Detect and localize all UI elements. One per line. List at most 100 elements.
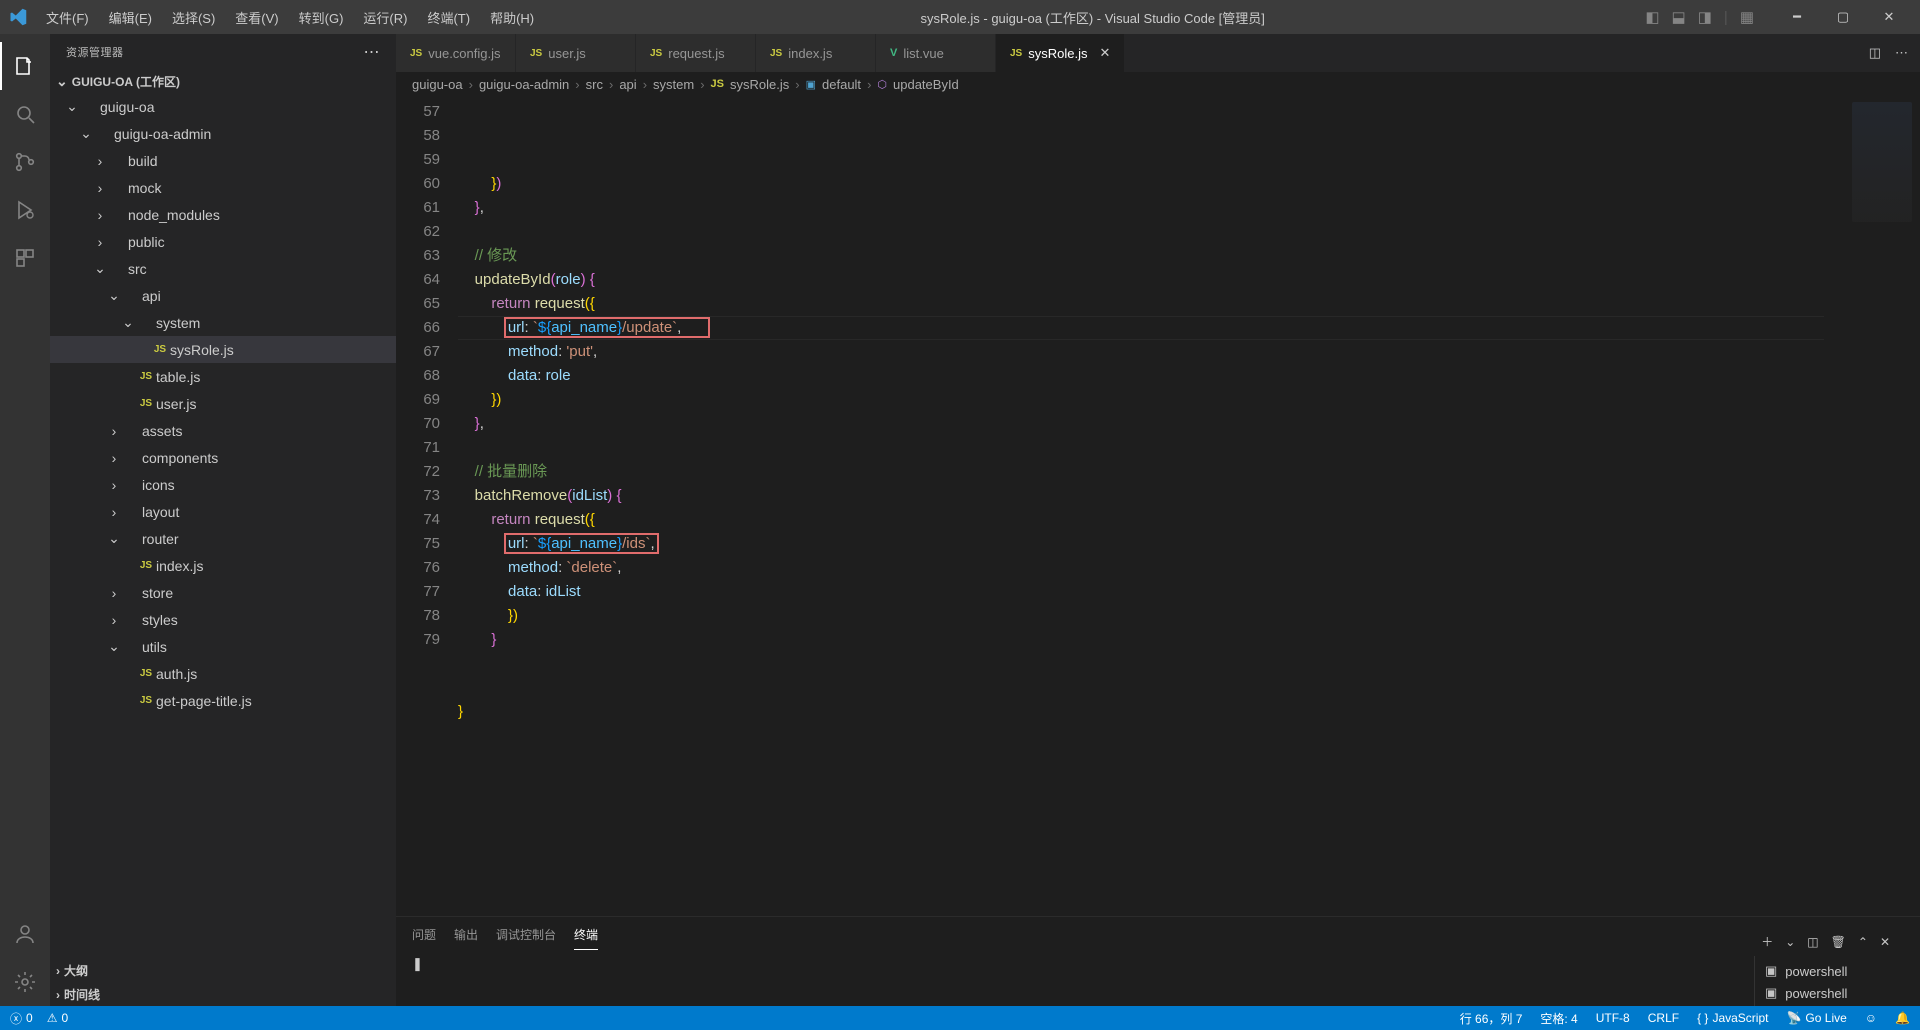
layout-panel-left-icon[interactable]: ◧ — [1641, 4, 1663, 30]
breadcrumb-item[interactable]: guigu-oa — [412, 77, 463, 92]
activity-explorer-icon[interactable] — [0, 42, 50, 90]
code-line: batchRemove(idList) { — [458, 484, 1824, 508]
menu-file[interactable]: 文件(F) — [36, 2, 99, 33]
breadcrumb-item[interactable]: default — [822, 77, 861, 92]
tree-file[interactable]: JSauth.js — [50, 660, 396, 687]
tree-folder[interactable]: ›node_modules — [50, 201, 396, 228]
panel-tab-problems[interactable]: 问题 — [412, 926, 436, 949]
breadcrumb-item[interactable]: sysRole.js — [730, 77, 789, 92]
activity-settings-icon[interactable] — [0, 958, 50, 1006]
explorer-sidebar: 资源管理器 ⋯ ⌄GUIGU-OA (工作区) ⌄guigu-oa⌄guigu-… — [50, 34, 396, 1006]
layout-customize-icon[interactable]: ▦ — [1736, 4, 1758, 30]
split-editor-icon[interactable]: ◫ — [1869, 45, 1881, 61]
editor-tab[interactable]: JSrequest.js — [636, 34, 756, 72]
panel-tab-terminal[interactable]: 终端 — [574, 926, 598, 950]
outline-section[interactable]: ›大纲 — [50, 958, 396, 982]
line-number: 79 — [396, 628, 440, 652]
tree-folder[interactable]: ›store — [50, 579, 396, 606]
terminal-content[interactable]: ❚ — [412, 956, 1754, 1008]
maximize-panel-icon[interactable]: ⌃ — [1858, 935, 1868, 949]
js-file-icon: JS — [136, 560, 156, 571]
activity-extensions-icon[interactable] — [0, 234, 50, 282]
menu-run[interactable]: 运行(R) — [353, 2, 417, 33]
status-errors[interactable]: ⓧ 0 — [10, 1010, 33, 1027]
breadcrumb-item[interactable]: guigu-oa-admin — [479, 77, 569, 92]
menu-view[interactable]: 查看(V) — [225, 2, 288, 33]
activity-account-icon[interactable] — [0, 910, 50, 958]
close-button[interactable]: ✕ — [1866, 0, 1912, 34]
tree-folder[interactable]: ⌄src — [50, 255, 396, 282]
editor-tab[interactable]: Vlist.vue — [876, 34, 996, 72]
editor-tab[interactable]: JSsysRole.js✕ — [996, 34, 1125, 72]
tree-folder[interactable]: ›icons — [50, 471, 396, 498]
menu-go[interactable]: 转到(G) — [289, 2, 354, 33]
maximize-button[interactable]: ▢ — [1820, 0, 1866, 34]
terminal-item[interactable]: ▣powershell — [1755, 982, 1904, 1004]
breadcrumb-item[interactable]: src — [586, 77, 603, 92]
tree-folder[interactable]: ›components — [50, 444, 396, 471]
tree-folder[interactable]: ⌄router — [50, 525, 396, 552]
new-terminal-icon[interactable]: ＋ — [1761, 933, 1773, 950]
tree-file[interactable]: JSindex.js — [50, 552, 396, 579]
status-warnings[interactable]: ⚠ 0 — [47, 1011, 68, 1025]
menu-help[interactable]: 帮助(H) — [480, 2, 544, 33]
activity-run-icon[interactable] — [0, 186, 50, 234]
code-line: return request({ — [458, 508, 1824, 532]
minimize-button[interactable]: ━ — [1774, 0, 1820, 34]
editor-tab[interactable]: JSuser.js — [516, 34, 636, 72]
line-number: 62 — [396, 220, 440, 244]
terminal-dropdown-icon[interactable]: ⌄ — [1785, 935, 1795, 949]
explorer-more-icon[interactable]: ⋯ — [364, 42, 381, 62]
tree-folder[interactable]: ⌄utils — [50, 633, 396, 660]
status-feedback-icon[interactable]: ☺ — [1865, 1011, 1877, 1025]
editor-more-icon[interactable]: ⋯ — [1895, 45, 1908, 61]
panel-tab-output[interactable]: 输出 — [454, 926, 478, 949]
status-language[interactable]: { } JavaScript — [1697, 1011, 1768, 1025]
activity-scm-icon[interactable] — [0, 138, 50, 186]
tree-folder[interactable]: ›build — [50, 147, 396, 174]
panel-tab-debug-console[interactable]: 调试控制台 — [496, 926, 556, 949]
tree-folder[interactable]: ⌄guigu-oa-admin — [50, 120, 396, 147]
layout-panel-right-icon[interactable]: ◨ — [1694, 4, 1716, 30]
status-spaces[interactable]: 空格: 4 — [1540, 1010, 1577, 1027]
tree-folder[interactable]: ›layout — [50, 498, 396, 525]
tree-folder[interactable]: ›public — [50, 228, 396, 255]
terminal-item[interactable]: ▣powershell — [1755, 960, 1904, 982]
workspace-header[interactable]: ⌄GUIGU-OA (工作区) — [50, 69, 396, 93]
tree-folder[interactable]: ›assets — [50, 417, 396, 444]
tree-file[interactable]: JSuser.js — [50, 390, 396, 417]
status-golive[interactable]: 📡 Go Live — [1786, 1011, 1846, 1025]
tree-file[interactable]: JSsysRole.js — [50, 336, 396, 363]
menu-edit[interactable]: 编辑(E) — [99, 2, 162, 33]
status-lncol[interactable]: 行 66，列 7 — [1460, 1010, 1523, 1027]
tree-file[interactable]: JStable.js — [50, 363, 396, 390]
status-encoding[interactable]: UTF-8 — [1596, 1011, 1630, 1025]
tree-folder[interactable]: ⌄api — [50, 282, 396, 309]
kill-terminal-icon[interactable]: 🗑 — [1831, 935, 1846, 949]
chevron-icon: ⌄ — [64, 98, 80, 115]
menu-selection[interactable]: 选择(S) — [162, 2, 225, 33]
editor-tab[interactable]: JSvue.config.js — [396, 34, 516, 72]
tree-folder[interactable]: ›mock — [50, 174, 396, 201]
breadcrumb-item[interactable]: system — [653, 77, 694, 92]
timeline-section[interactable]: ›时间线 — [50, 982, 396, 1006]
tree-folder[interactable]: ›styles — [50, 606, 396, 633]
code-content[interactable]: }) }, // 修改 updateById(role) { return re… — [458, 96, 1824, 916]
menu-terminal[interactable]: 终端(T) — [417, 2, 480, 33]
breadcrumbs[interactable]: guigu-oa› guigu-oa-admin› src› api› syst… — [396, 72, 1920, 96]
split-terminal-icon[interactable]: ◫ — [1807, 935, 1818, 949]
minimap[interactable] — [1824, 96, 1920, 916]
layout-panel-bottom-icon[interactable]: ⬓ — [1668, 4, 1690, 30]
status-bell-icon[interactable]: 🔔 — [1895, 1011, 1910, 1025]
breadcrumb-item[interactable]: updateById — [893, 77, 959, 92]
close-panel-icon[interactable]: ✕ — [1880, 935, 1890, 949]
breadcrumb-item[interactable]: api — [619, 77, 636, 92]
editor-body[interactable]: 5758596061626364656667686970717273747576… — [396, 96, 1920, 916]
status-eol[interactable]: CRLF — [1648, 1011, 1679, 1025]
close-tab-icon[interactable]: ✕ — [1099, 45, 1110, 61]
tree-folder[interactable]: ⌄guigu-oa — [50, 93, 396, 120]
activity-search-icon[interactable] — [0, 90, 50, 138]
editor-tab[interactable]: JSindex.js — [756, 34, 876, 72]
tree-folder[interactable]: ⌄system — [50, 309, 396, 336]
tree-file[interactable]: JSget-page-title.js — [50, 687, 396, 714]
